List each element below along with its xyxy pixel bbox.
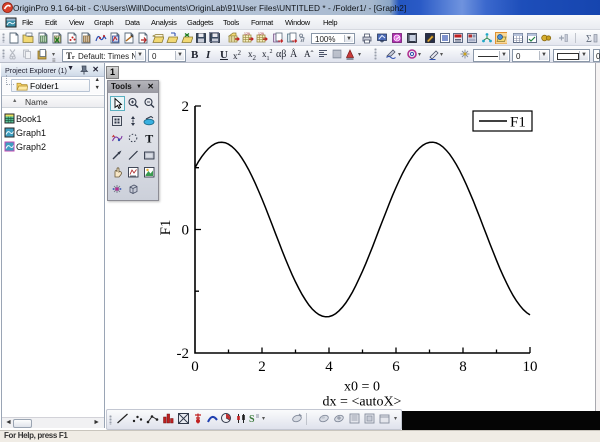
- svg-text:F1: F1: [158, 220, 174, 236]
- svg-text:6: 6: [392, 359, 400, 375]
- svg-text:S: S: [249, 414, 255, 425]
- svg-text:2: 2: [258, 359, 266, 375]
- svg-text:10: 10: [523, 359, 538, 375]
- svg-text:dx = <autoX>: dx = <autoX>: [323, 395, 402, 410]
- svg-text:4: 4: [325, 359, 333, 375]
- svg-text:-2: -2: [177, 346, 190, 362]
- svg-text:2: 2: [182, 99, 190, 115]
- svg-text:8: 8: [459, 359, 467, 375]
- svg-text:0: 0: [191, 359, 199, 375]
- svg-text:T: T: [145, 132, 153, 145]
- svg-text:0: 0: [182, 223, 190, 239]
- svg-text:x0 = 0: x0 = 0: [344, 380, 380, 395]
- svg-text:F1: F1: [510, 115, 526, 131]
